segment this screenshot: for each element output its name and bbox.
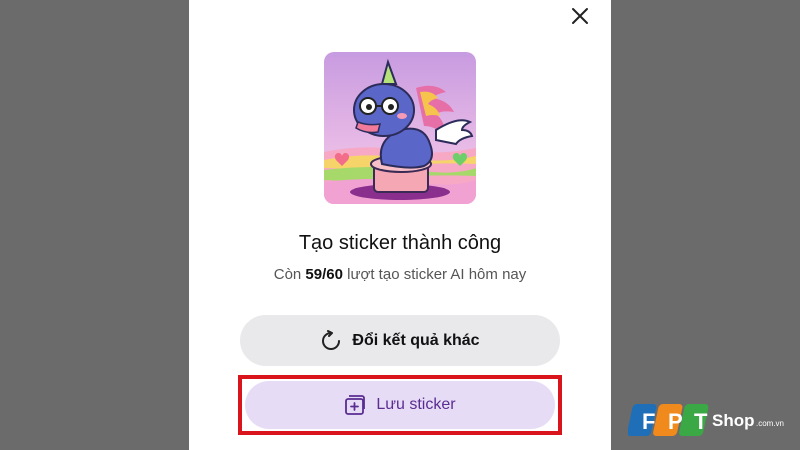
close-icon bbox=[572, 8, 588, 24]
fpt-letter-f: F bbox=[642, 409, 655, 434]
add-sticker-icon bbox=[345, 395, 366, 415]
regenerate-label: Đổi kết quả khác bbox=[352, 331, 480, 349]
fpt-letter-t: T bbox=[694, 409, 708, 434]
sticker-preview-image bbox=[324, 52, 476, 204]
fpt-letter-p: P bbox=[668, 409, 683, 434]
save-sticker-button[interactable]: Lưu sticker bbox=[245, 381, 555, 429]
quota-prefix: Còn bbox=[273, 266, 306, 283]
save-sticker-label: Lưu sticker bbox=[376, 396, 456, 413]
refresh-icon bbox=[322, 329, 341, 350]
close-button[interactable] bbox=[566, 4, 594, 28]
fpt-shop-watermark: F P T Shop .com.vn bbox=[627, 400, 793, 440]
brand-domain: .com.vn bbox=[756, 419, 784, 428]
quota-count: 59/60 bbox=[305, 266, 343, 283]
regenerate-button[interactable]: Đổi kết quả khác bbox=[240, 315, 560, 366]
success-title: Tạo sticker thành công bbox=[298, 232, 502, 254]
remaining-quota-text: Còn 59/60 lượt tạo sticker AI hôm nay bbox=[189, 266, 611, 283]
brand-name: Shop bbox=[712, 411, 755, 430]
quota-suffix: lượt tạo sticker AI hôm nay bbox=[342, 266, 527, 283]
